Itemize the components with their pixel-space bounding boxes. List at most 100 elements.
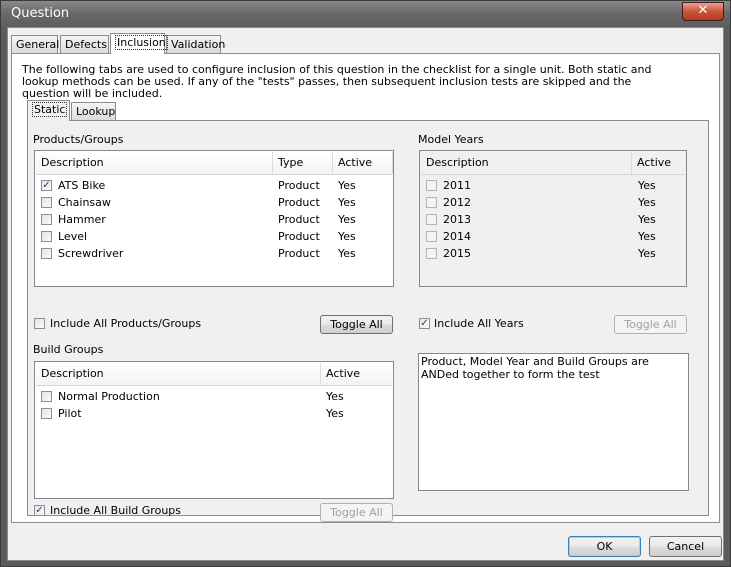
cell-active: Yes (338, 247, 356, 260)
cell-description: Normal Production (58, 390, 160, 403)
ok-button[interactable]: OK (568, 536, 641, 557)
column-header-description[interactable]: Description (36, 363, 321, 385)
products-list[interactable]: Description Type Active ✓ ATS Bike Product… (34, 150, 394, 287)
list-item[interactable]: 2015 Yes (421, 245, 685, 262)
tab-general[interactable]: General (11, 35, 60, 53)
cell-description: Chainsaw (58, 196, 111, 209)
cell-type: Product (278, 179, 320, 192)
cell-active: Yes (638, 213, 656, 226)
tab-general-label: General (16, 38, 60, 51)
tab-static-label: Static (32, 102, 68, 117)
dialog-client: General Defects Inclusion Validation The… (7, 27, 724, 561)
row-checkbox[interactable] (41, 231, 52, 242)
model-years-toggle-all-button[interactable]: Toggle All (614, 315, 687, 334)
tab-inclusion[interactable]: Inclusion (110, 33, 168, 54)
column-header-active[interactable]: Active (632, 152, 686, 174)
list-item[interactable]: 2014 Yes (421, 228, 685, 245)
model-years-title: Model Years (418, 133, 484, 146)
column-header-active[interactable]: Active (321, 363, 393, 385)
row-checkbox[interactable] (426, 214, 437, 225)
dialog-footer: OK Cancel (8, 528, 723, 560)
static-page: Products/Groups Description Type Active … (27, 120, 709, 522)
cell-description: 2011 (443, 179, 471, 192)
list-item[interactable]: Hammer Product Yes (36, 211, 392, 228)
list-item[interactable]: ✓ ATS Bike Product Yes (36, 177, 392, 194)
list-item[interactable]: 2013 Yes (421, 211, 685, 228)
cell-active: Yes (338, 213, 356, 226)
tab-validation[interactable]: Validation (166, 35, 225, 53)
include-all-build-groups-label: Include All Build Groups (50, 504, 182, 517)
model-years-list[interactable]: Description Active 2011 Yes 2012 Yes 2013 Yes… (419, 150, 687, 287)
row-checkbox[interactable] (41, 408, 52, 419)
cell-description: Screwdriver (58, 247, 124, 260)
cell-type: Product (278, 196, 320, 209)
include-all-products-checkbox[interactable] (34, 318, 45, 329)
cell-description: 2014 (443, 230, 471, 243)
cell-active: Yes (338, 179, 356, 192)
cell-active: Yes (326, 407, 344, 420)
cell-description: 2012 (443, 196, 471, 209)
tab-lookup[interactable]: Lookup (71, 102, 116, 120)
cell-description: Hammer (58, 213, 106, 226)
model-years-header: Description Active (421, 152, 685, 175)
build-groups-list[interactable]: Description Active Normal Production Yes P… (34, 361, 394, 499)
intro-text: The following tabs are used to configure… (22, 63, 652, 100)
dialog-window: Question ✕ General Defects Inclusion Val… (0, 0, 731, 567)
row-checkbox[interactable] (426, 197, 437, 208)
column-header-type[interactable]: Type (273, 152, 333, 174)
cell-type: Product (278, 230, 320, 243)
include-all-years-checkbox[interactable]: ✓ (419, 318, 430, 329)
tab-validation-label: Validation (171, 38, 226, 51)
row-checkbox[interactable] (41, 248, 52, 259)
inclusion-note-textbox[interactable]: Product, Model Year and Build Groups are… (418, 353, 689, 491)
list-item[interactable]: Normal Production Yes (36, 388, 392, 405)
column-header-description[interactable]: Description (36, 152, 273, 174)
build-groups-header: Description Active (36, 363, 392, 386)
include-all-products-label: Include All Products/Groups (50, 317, 202, 330)
inclusion-page: The following tabs are used to configure… (11, 53, 720, 523)
tab-inclusion-label: Inclusion (115, 35, 168, 50)
list-item[interactable]: Level Product Yes (36, 228, 392, 245)
list-item[interactable]: Chainsaw Product Yes (36, 194, 392, 211)
tab-defects[interactable]: Defects (60, 35, 109, 53)
row-checkbox[interactable]: ✓ (41, 180, 52, 191)
cell-description: 2013 (443, 213, 471, 226)
products-title: Products/Groups (33, 133, 124, 146)
include-all-years-label: Include All Years (434, 317, 524, 330)
column-header-active[interactable]: Active (333, 152, 393, 174)
list-item[interactable]: Screwdriver Product Yes (36, 245, 392, 262)
row-checkbox[interactable] (426, 248, 437, 259)
column-header-description[interactable]: Description (421, 152, 632, 174)
cell-active: Yes (338, 230, 356, 243)
cell-type: Product (278, 247, 320, 260)
cell-active: Yes (638, 230, 656, 243)
include-all-build-groups-checkbox[interactable]: ✓ (34, 505, 45, 516)
row-checkbox[interactable] (41, 214, 52, 225)
close-icon[interactable]: ✕ (682, 2, 724, 21)
list-item[interactable]: Pilot Yes (36, 405, 392, 422)
tab-static[interactable]: Static (27, 100, 70, 121)
tab-lookup-label: Lookup (76, 105, 116, 118)
products-header: Description Type Active (36, 152, 393, 175)
title-bar[interactable]: Question ✕ (1, 1, 730, 27)
build-groups-toggle-all-button[interactable]: Toggle All (320, 503, 393, 522)
list-item[interactable]: 2011 Yes (421, 177, 685, 194)
row-checkbox[interactable] (426, 180, 437, 191)
tab-defects-label: Defects (65, 38, 107, 51)
products-toggle-all-button[interactable]: Toggle All (320, 315, 393, 334)
row-checkbox[interactable] (41, 197, 52, 208)
build-groups-title: Build Groups (33, 343, 104, 356)
cell-description: Level (58, 230, 88, 243)
window-title: Question (11, 6, 70, 21)
row-checkbox[interactable] (426, 231, 437, 242)
cell-active: Yes (638, 196, 656, 209)
cell-active: Yes (338, 196, 356, 209)
cancel-button[interactable]: Cancel (649, 536, 722, 557)
row-checkbox[interactable] (41, 391, 52, 402)
cell-active: Yes (638, 247, 656, 260)
cell-description: ATS Bike (58, 179, 106, 192)
list-item[interactable]: 2012 Yes (421, 194, 685, 211)
cell-active: Yes (638, 179, 656, 192)
cell-active: Yes (326, 390, 344, 403)
cell-type: Product (278, 213, 320, 226)
